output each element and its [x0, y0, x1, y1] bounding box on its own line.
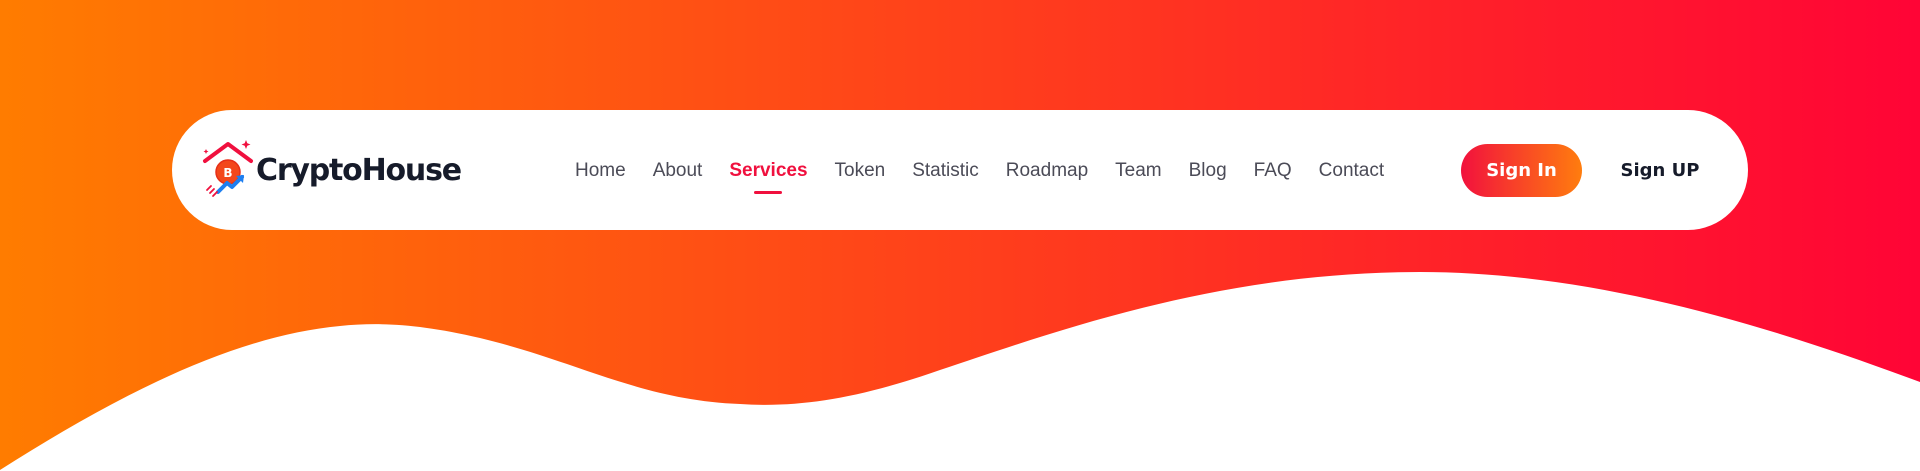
hero-background [0, 0, 1920, 471]
nav-item-label: Contact [1318, 159, 1385, 181]
hero-gradient-wave [0, 0, 1920, 470]
nav-item-blog[interactable]: Blog [1189, 161, 1227, 180]
nav-item-contact[interactable]: Contact [1319, 161, 1384, 180]
nav-item-token[interactable]: Token [835, 161, 886, 180]
crypto-house-logo-icon: B [203, 140, 253, 197]
sign-in-button[interactable]: Sign In [1461, 144, 1582, 197]
active-indicator [754, 190, 783, 194]
nav-item-label: Statistic [912, 159, 979, 181]
navbar: B CryptoHouse Home About Services Token … [172, 110, 1748, 230]
logo-coin-letter: B [223, 166, 232, 180]
nav-item-label: Blog [1188, 159, 1227, 181]
nav-item-team[interactable]: Team [1115, 161, 1161, 180]
nav-item-label: Home [575, 159, 626, 181]
nav-item-home[interactable]: Home [575, 161, 626, 180]
nav-item-faq[interactable]: FAQ [1254, 161, 1292, 180]
sign-up-button[interactable]: Sign UP [1600, 144, 1720, 197]
nav-item-roadmap[interactable]: Roadmap [1006, 161, 1088, 180]
nav-item-label: Team [1115, 159, 1162, 181]
nav-item-about[interactable]: About [653, 161, 703, 180]
nav-item-statistic[interactable]: Statistic [912, 161, 979, 180]
brand-name: CryptoHouse [256, 153, 462, 188]
nav-item-label: Token [834, 159, 886, 181]
brand-logo[interactable]: B CryptoHouse [202, 140, 462, 202]
nav-item-label: FAQ [1253, 159, 1292, 181]
nav-item-label: Roadmap [1005, 159, 1089, 181]
nav-item-services[interactable]: Services [729, 159, 808, 194]
nav-item-label: About [652, 159, 703, 181]
nav-item-label: Services [729, 159, 808, 181]
main-nav: Home About Services Token Statistic Road… [575, 110, 1384, 230]
